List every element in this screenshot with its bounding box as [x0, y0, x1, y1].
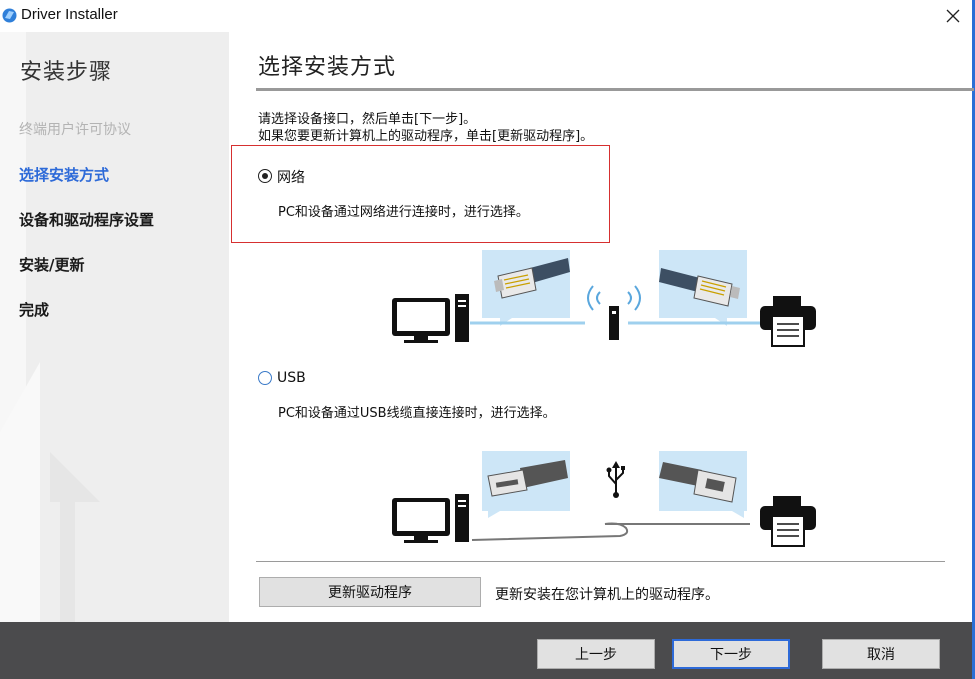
title-bar: Driver Installer	[0, 0, 975, 32]
close-button[interactable]	[935, 0, 971, 32]
window-title: Driver Installer	[21, 6, 118, 23]
network-connection-illustration	[392, 250, 816, 347]
step-install-method: 选择安装方式	[19, 166, 110, 184]
usb-description: PC和设备通过USB线缆直接连接时，进行选择。	[278, 406, 556, 421]
highlight-box	[231, 145, 610, 243]
instruction-line-2: 如果您要更新计算机上的驱动程序，单击[更新驱动程序]。	[258, 129, 594, 144]
title-divider	[256, 88, 974, 91]
cancel-button[interactable]: 取消	[822, 639, 940, 669]
router-icon	[587, 285, 641, 340]
step-complete: 完成	[19, 301, 50, 319]
close-icon	[946, 9, 960, 23]
back-button[interactable]: 上一步	[537, 639, 655, 669]
usb-connection-illustration	[392, 451, 816, 547]
next-button[interactable]: 下一步	[672, 639, 790, 669]
network-description: PC和设备通过网络进行连接时，进行选择。	[278, 205, 529, 220]
usb-radio[interactable]	[258, 371, 272, 385]
printer-icon	[760, 496, 816, 547]
printer-icon	[760, 296, 816, 347]
sidebar-title: 安装步骤	[20, 60, 113, 85]
instruction-line-1: 请选择设备接口，然后单击[下一步]。	[258, 112, 477, 127]
usb-radio-label[interactable]: USB	[277, 370, 306, 386]
update-driver-button[interactable]: 更新驱动程序	[259, 577, 481, 607]
network-radio[interactable]	[258, 169, 272, 183]
content-divider	[256, 561, 945, 562]
step-device-driver-settings: 设备和驱动程序设置	[19, 211, 155, 229]
step-eula: 终端用户许可协议	[19, 122, 131, 138]
step-install-update: 安装/更新	[19, 256, 85, 274]
sidebar: 安装步骤 终端用户许可协议 选择安装方式 设备和驱动程序设置 安装/更新 完成	[0, 32, 229, 622]
page-title: 选择安装方式	[258, 55, 397, 80]
computer-icon	[392, 294, 469, 343]
computer-icon	[392, 494, 469, 543]
usb-symbol-icon	[606, 461, 625, 498]
app-icon	[2, 8, 17, 23]
network-radio-label[interactable]: 网络	[277, 167, 305, 187]
update-driver-description: 更新安装在您计算机上的驱动程序。	[495, 587, 719, 603]
